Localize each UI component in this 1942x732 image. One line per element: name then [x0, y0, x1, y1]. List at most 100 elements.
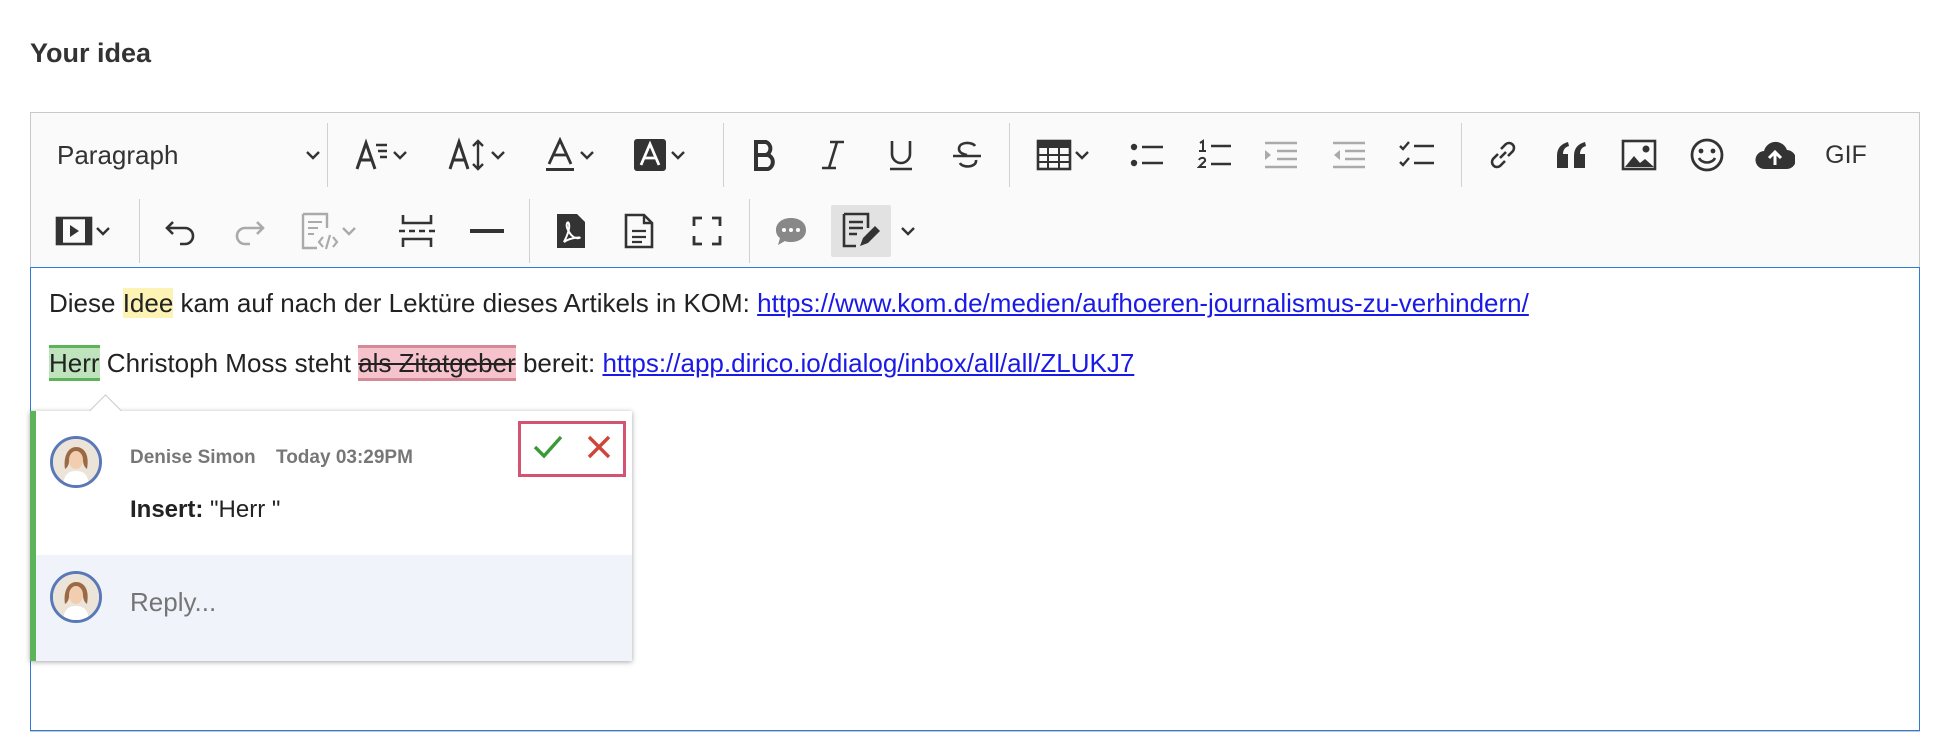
- suggestion-insertion[interactable]: Herr: [49, 345, 100, 381]
- user-avatar-icon: [53, 574, 99, 620]
- article-link[interactable]: https://www.kom.de/medien/aufhoeren-jour…: [757, 288, 1529, 318]
- upload-button[interactable]: [1747, 129, 1803, 181]
- highlight-dropdown[interactable]: [621, 129, 699, 181]
- suggestion-time: Today 03:29PM: [276, 447, 413, 468]
- paragraph-format-dropdown[interactable]: Paragraph: [45, 129, 335, 181]
- text-span: bereit:: [515, 348, 603, 378]
- upload-icon: [1755, 141, 1795, 170]
- export-pdf-button[interactable]: [543, 205, 599, 257]
- bulleted-list-button[interactable]: [1119, 129, 1175, 181]
- discard-suggestion-button[interactable]: [586, 434, 612, 465]
- increase-indent-icon: [1265, 141, 1297, 169]
- italic-icon: [822, 140, 844, 170]
- source-editing-dropdown: [289, 205, 369, 257]
- editor-toolbar: Paragraph GIF: [31, 113, 1919, 268]
- font-size-dropdown[interactable]: [343, 129, 421, 181]
- chevron-down-icon: [342, 227, 356, 236]
- font-size-icon: [355, 138, 387, 170]
- media-embed-icon: [55, 216, 93, 246]
- content-paragraph-1: Diese Idee kam auf nach der Lektüre dies…: [49, 288, 1529, 319]
- horizontal-line-icon: [470, 229, 504, 233]
- font-color-dropdown[interactable]: [535, 129, 605, 181]
- dialog-link[interactable]: https://app.dirico.io/dialog/inbox/all/a…: [602, 348, 1134, 378]
- numbered-list-icon: [1197, 139, 1231, 168]
- chevron-down-icon: [1075, 151, 1089, 160]
- avatar: [50, 436, 102, 488]
- highlighted-word: Idee: [122, 288, 174, 318]
- text-span: Christoph Moss steht: [99, 348, 359, 378]
- chevron-down-icon: [306, 151, 320, 160]
- horizontal-line-button[interactable]: [459, 205, 515, 257]
- redo-button: [221, 205, 277, 257]
- line-height-dropdown[interactable]: [439, 129, 517, 181]
- bold-button[interactable]: [737, 129, 793, 181]
- table-dropdown[interactable]: [1025, 129, 1103, 181]
- underline-icon: [890, 141, 912, 171]
- export-word-icon: [624, 213, 654, 249]
- undo-icon: [165, 221, 195, 246]
- chevron-down-icon: [580, 151, 594, 160]
- emoji-icon: [1690, 138, 1724, 172]
- reply-area: [36, 555, 632, 661]
- link-icon: [1490, 141, 1516, 169]
- content-paragraph-2: Herr Christoph Moss steht als Zitatgeber…: [49, 345, 1134, 381]
- blockquote-button[interactable]: [1543, 129, 1599, 181]
- insert-image-button[interactable]: [1611, 129, 1667, 181]
- line-height-icon: [448, 137, 484, 171]
- text-span: Diese: [49, 288, 123, 318]
- user-avatar-icon: [53, 439, 99, 485]
- bulleted-list-icon: [1130, 143, 1163, 167]
- todo-list-button[interactable]: [1389, 129, 1445, 181]
- font-color-icon: [546, 137, 574, 171]
- check-icon: [533, 435, 563, 458]
- suggestion-action-value: "Herr ": [210, 496, 281, 523]
- decrease-indent-icon: [1333, 141, 1365, 169]
- redo-icon: [235, 221, 265, 246]
- track-changes-button[interactable]: [831, 205, 891, 257]
- image-icon: [1621, 139, 1657, 171]
- italic-button[interactable]: [805, 129, 861, 181]
- underline-button[interactable]: [873, 129, 929, 181]
- export-word-button[interactable]: [611, 205, 667, 257]
- chevron-down-icon: [96, 227, 110, 236]
- suggestion-popup: Denise Simon Today 03:29PM Insert: "Herr…: [30, 394, 632, 661]
- field-label: Your idea: [30, 38, 152, 68]
- strikethrough-button[interactable]: [939, 129, 995, 181]
- page-break-button[interactable]: [387, 205, 447, 257]
- page-break-icon: [399, 215, 435, 247]
- gif-label: GIF: [1825, 140, 1867, 169]
- avatar: [50, 571, 102, 623]
- suggestion-author: Denise Simon: [130, 447, 256, 468]
- reply-input[interactable]: [130, 587, 530, 618]
- numbered-list-button[interactable]: [1187, 129, 1243, 181]
- gif-button[interactable]: GIF: [1811, 129, 1881, 181]
- chevron-down-icon: [491, 151, 505, 160]
- text-span: kam auf nach der Lektüre dieses Artikels…: [173, 288, 758, 318]
- highlight-color-icon: [634, 139, 666, 171]
- source-editing-icon: [301, 212, 339, 250]
- blockquote-icon: [1557, 142, 1586, 168]
- comment-icon: [776, 218, 806, 245]
- suggestion-deletion[interactable]: als Zitatgeber: [358, 345, 516, 381]
- chevron-down-icon: [901, 227, 915, 236]
- chevron-down-icon: [671, 151, 685, 160]
- undo-button[interactable]: [153, 205, 209, 257]
- track-changes-dropdown[interactable]: [895, 205, 921, 257]
- fullscreen-button[interactable]: [679, 205, 735, 257]
- close-icon: [587, 435, 611, 458]
- todo-list-icon: [1399, 141, 1434, 167]
- media-embed-dropdown[interactable]: [45, 205, 123, 257]
- bold-icon: [754, 140, 775, 171]
- strikethrough-icon: [953, 141, 981, 168]
- suggestion-action-label: Insert:: [130, 496, 204, 523]
- increase-indent-button: [1253, 129, 1309, 181]
- decrease-indent-button: [1321, 129, 1377, 181]
- suggestion-description: Insert: "Herr ": [130, 496, 280, 524]
- accept-suggestion-button[interactable]: [532, 433, 564, 466]
- link-button[interactable]: [1475, 129, 1531, 181]
- fullscreen-icon: [692, 216, 722, 246]
- track-changes-icon: [842, 212, 880, 248]
- emoji-button[interactable]: [1679, 129, 1735, 181]
- comment-button[interactable]: [763, 205, 819, 257]
- export-pdf-icon: [557, 214, 585, 248]
